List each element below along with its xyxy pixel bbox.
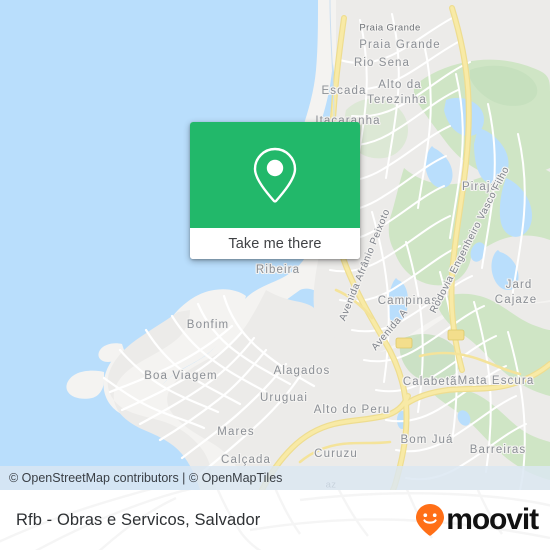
- page-title: Rfb - Obras e Servicos, Salvador: [16, 510, 261, 529]
- take-me-there-button[interactable]: Take me there: [190, 228, 360, 259]
- moovit-logo[interactable]: moovit: [415, 503, 539, 537]
- map-attribution-text[interactable]: © OpenStreetMap contributors | © OpenMap…: [9, 471, 282, 485]
- map-pin-icon: [253, 147, 297, 203]
- place-popup-card[interactable]: Take me there: [190, 122, 360, 259]
- take-me-there-label: Take me there: [228, 235, 322, 252]
- page-footer: Rfb - Obras e Servicos, Salvador moovit: [0, 490, 550, 550]
- map-attribution-bar: © OpenStreetMap contributors | © OpenMap…: [0, 466, 550, 490]
- popup-hero: [190, 122, 360, 228]
- moovit-wordmark: moovit: [446, 503, 539, 536]
- moovit-pin-smiley-icon: [416, 504, 445, 536]
- moovit-map-page: Praia Grande Praia Grande Rio Sena Escada Al…: [0, 0, 550, 550]
